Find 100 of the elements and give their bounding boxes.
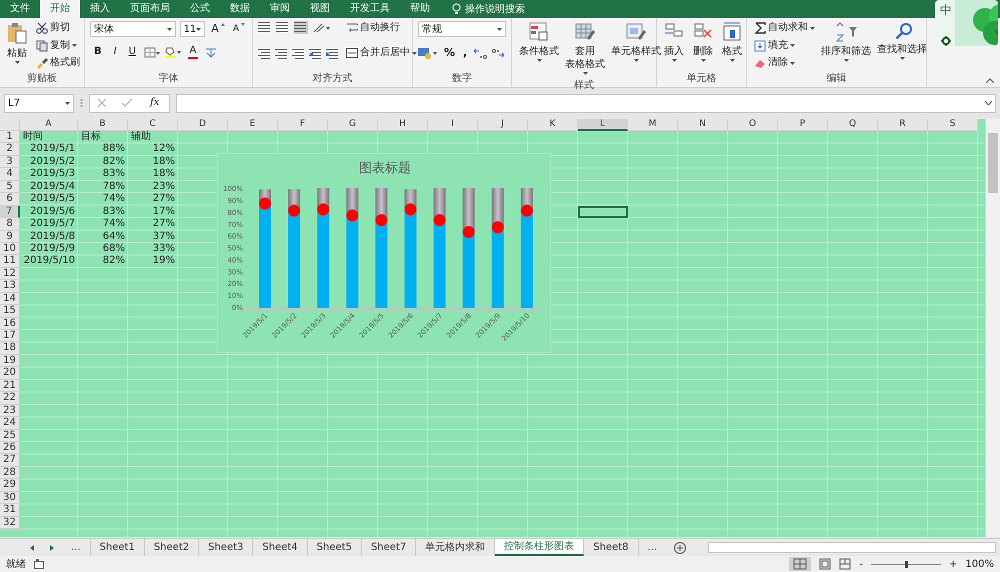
column-header[interactable]: O (728, 119, 778, 131)
vertical-scrollbar[interactable] (985, 119, 1000, 537)
ribbon-tab[interactable]: 帮助 (400, 0, 440, 18)
align-left-icon[interactable] (258, 48, 271, 60)
caret-icon[interactable] (672, 59, 676, 62)
caret-icon[interactable] (700, 59, 706, 62)
font-name-dropdown[interactable]: 宋体 (90, 21, 176, 37)
conditional-format-button[interactable]: 条件格式 (517, 21, 561, 79)
top-align-icon[interactable] (258, 21, 272, 34)
row-header[interactable]: 21 (0, 380, 20, 392)
align-right-icon[interactable] (292, 48, 305, 60)
row-header[interactable]: 10 (0, 242, 20, 256)
caret-icon[interactable] (582, 72, 588, 75)
underline-button[interactable]: U (124, 45, 140, 59)
sheet-tab[interactable]: 控制条柱形图表 (495, 539, 584, 556)
bold-button[interactable]: B (90, 45, 106, 59)
row-header[interactable]: 15 (0, 305, 20, 318)
row-header[interactable]: 29 (0, 479, 20, 492)
row-header[interactable]: 2 (0, 143, 20, 156)
zoom-in-button[interactable]: + (949, 556, 958, 572)
copy-button[interactable]: 复制 (34, 38, 82, 52)
row-header[interactable]: 22 (0, 392, 20, 405)
row-header[interactable]: 30 (0, 492, 20, 504)
phonetic-icon[interactable] (204, 46, 218, 58)
collapse-ribbon-icon[interactable] (986, 78, 994, 83)
align-center-icon[interactable] (275, 48, 288, 60)
column-header[interactable]: L (578, 119, 628, 131)
ribbon-tab[interactable]: 页面布局 (120, 0, 180, 18)
increase-indent-icon[interactable] (326, 48, 339, 60)
row-header[interactable]: 4 (0, 168, 20, 181)
grow-font-button[interactable]: A (209, 22, 227, 36)
zoom-level[interactable]: 100% (965, 556, 994, 572)
ribbon-tab[interactable]: 公式 (180, 0, 220, 18)
gear-icon[interactable] (941, 36, 951, 46)
row-header[interactable]: 31 (0, 504, 20, 517)
row-header[interactable]: 24 (0, 417, 20, 430)
row-header[interactable]: 1 (0, 131, 20, 144)
row-header[interactable]: 9 (0, 230, 20, 243)
check-icon[interactable] (122, 99, 132, 107)
middle-align-icon[interactable] (276, 21, 290, 34)
column-header[interactable]: E (228, 119, 278, 131)
row-header[interactable]: 13 (0, 280, 20, 293)
row-header[interactable]: 17 (0, 330, 20, 342)
caret-icon[interactable] (412, 52, 417, 54)
column-header[interactable]: C (128, 119, 178, 131)
row-header[interactable]: 19 (0, 354, 20, 368)
decrease-decimal-icon[interactable] (491, 47, 506, 59)
row-header[interactable]: 32 (0, 516, 20, 529)
left-arrow-icon[interactable] (30, 544, 34, 550)
fill-button[interactable]: 填充 (752, 38, 817, 52)
find-select-button[interactable]: 查找和选择 (875, 21, 929, 72)
scrollbar-thumb[interactable] (988, 133, 998, 193)
column-header[interactable]: R (878, 119, 928, 131)
normal-view-icon[interactable] (789, 557, 812, 571)
row-header[interactable]: 23 (0, 404, 20, 418)
selected-cell[interactable] (578, 206, 628, 218)
caret-icon[interactable] (844, 59, 848, 62)
column-header[interactable]: B (78, 119, 128, 131)
number-format-dropdown[interactable]: 常规 (418, 21, 506, 37)
row-header[interactable]: 16 (0, 318, 20, 330)
bottom-align-icon[interactable] (294, 21, 308, 34)
page-layout-icon[interactable] (819, 558, 832, 570)
autosum-button[interactable]: 自动求和 (752, 21, 817, 35)
wrap-text-button[interactable]: 自动换行 (344, 21, 419, 35)
row-header[interactable]: 28 (0, 466, 20, 480)
horizontal-scrollbar[interactable] (708, 542, 996, 553)
ime-mode-label[interactable]: 中 (940, 1, 952, 19)
italic-button[interactable]: I (110, 45, 121, 59)
insert-button[interactable]: 插入 (662, 21, 686, 72)
font-size-dropdown[interactable]: 11 (180, 21, 206, 37)
percent-button[interactable]: % (442, 46, 458, 60)
formula-input[interactable] (176, 94, 996, 112)
format-as-table-button[interactable]: 套用 表格格式 (563, 21, 607, 79)
column-header[interactable]: D (178, 119, 228, 131)
caret-icon[interactable] (900, 57, 904, 60)
caret-icon[interactable] (790, 62, 795, 64)
insert-function-button[interactable]: fx (148, 96, 162, 110)
tell-me-search[interactable]: 操作说明搜索 (465, 2, 525, 16)
row-header[interactable]: 27 (0, 454, 20, 467)
zoom-out-button[interactable]: - (859, 556, 864, 572)
comma-button[interactable]: , (461, 46, 470, 60)
column-header[interactable]: S (928, 119, 978, 131)
column-header[interactable]: M (628, 119, 678, 131)
ribbon-tab[interactable]: 开始 (40, 0, 80, 18)
column-header[interactable]: G (328, 119, 378, 131)
ribbon-tab[interactable]: 审阅 (260, 0, 300, 18)
row-header[interactable]: 26 (0, 442, 20, 454)
row-header[interactable]: 3 (0, 156, 20, 168)
sort-filter-button[interactable]: 排序和筛选 (819, 21, 873, 72)
macro-record-icon[interactable] (34, 559, 44, 569)
delete-button[interactable]: 删除 (691, 21, 715, 72)
row-header[interactable]: 18 (0, 342, 20, 355)
clear-button[interactable]: 清除 (752, 56, 817, 70)
column-header[interactable]: Q (828, 119, 878, 131)
shrink-font-button[interactable]: A (230, 22, 247, 36)
add-sheet-icon[interactable] (674, 542, 686, 554)
column-header[interactable]: N (678, 119, 728, 131)
fill-color-icon[interactable] (164, 46, 182, 58)
caret-icon[interactable] (730, 59, 734, 62)
caret-icon[interactable] (72, 44, 77, 47)
